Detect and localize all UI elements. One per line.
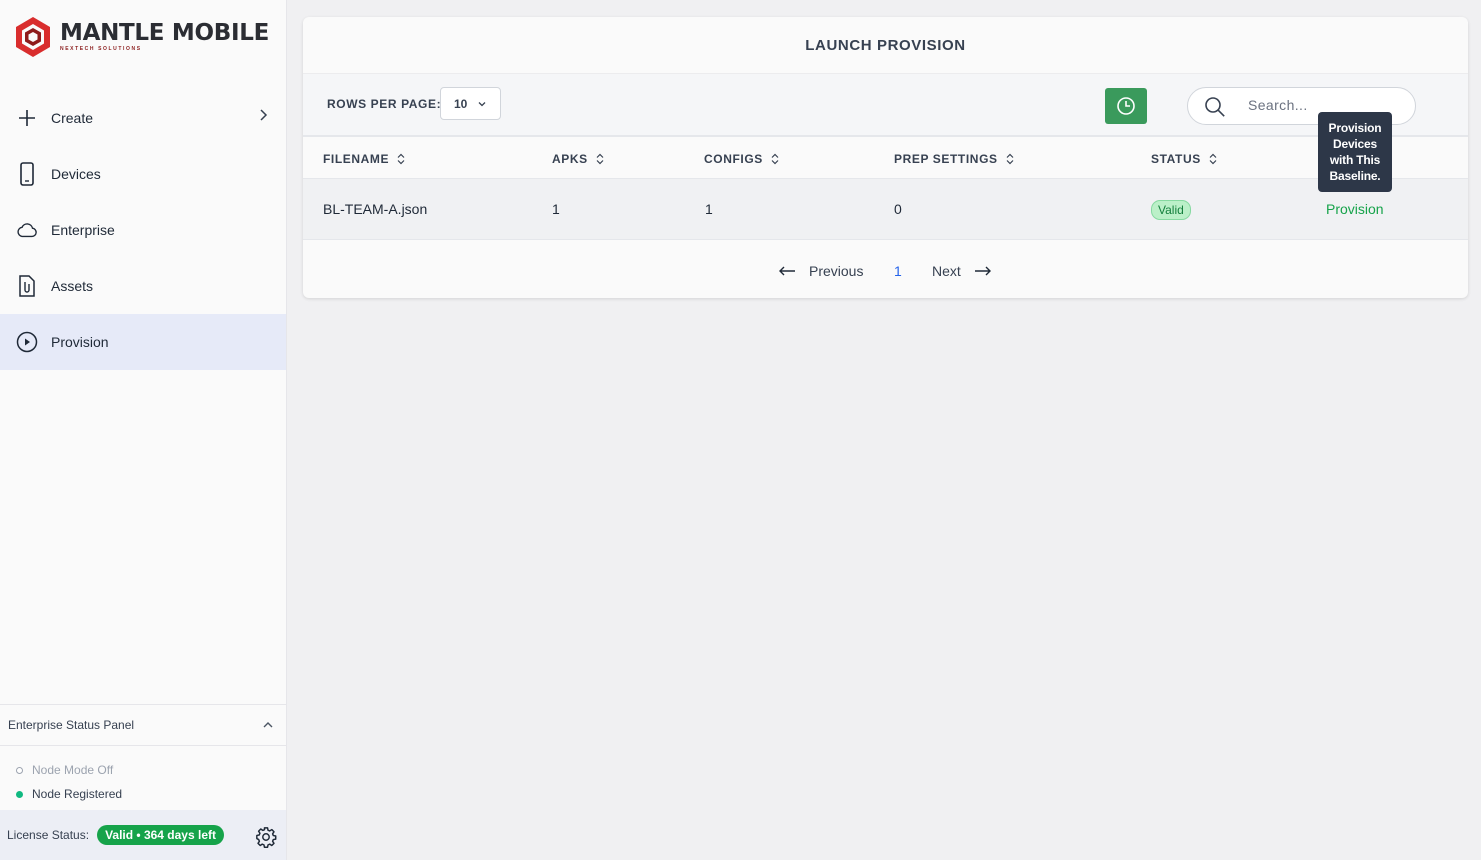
status-panel-header[interactable]: Enterprise Status Panel — [0, 704, 286, 746]
column-label: PREP SETTINGS — [894, 152, 998, 166]
page-title: LAUNCH PROVISION — [303, 17, 1468, 74]
sort-icon — [397, 153, 405, 165]
next-page-button[interactable]: Next — [932, 263, 992, 279]
sidebar-item-label: Provision — [51, 334, 109, 350]
column-header-apks[interactable]: APKS — [552, 152, 604, 166]
status-node-registered: Node Registered — [16, 782, 286, 806]
sidebar-item-create[interactable]: Create — [0, 90, 286, 146]
provision-tooltip: Provision Devices with This Baseline. — [1318, 112, 1392, 192]
column-header-configs[interactable]: CONFIGS — [704, 152, 779, 166]
cloud-icon — [16, 219, 38, 241]
status-label: Node Mode Off — [32, 763, 114, 777]
column-label: CONFIGS — [704, 152, 763, 166]
column-label: APKS — [552, 152, 588, 166]
sidebar-item-assets[interactable]: Assets — [0, 258, 286, 314]
brand-title: MANTLE MOBILE — [60, 20, 269, 46]
sort-icon — [1209, 153, 1217, 165]
file-clip-icon — [16, 275, 38, 297]
sidebar-nav: Create Devices Enterprise Assets Provisi… — [0, 90, 286, 370]
brand-logo-icon — [16, 17, 50, 57]
next-label: Next — [932, 263, 961, 279]
brand-logo[interactable]: MANTLE MOBILE NEXTECH SOLUTIONS — [14, 16, 269, 58]
status-dot-icon — [16, 790, 23, 798]
license-badge: Valid • 364 days left — [97, 825, 224, 845]
sidebar-item-label: Devices — [51, 166, 101, 182]
sort-icon — [771, 153, 779, 165]
history-button[interactable] — [1105, 88, 1147, 124]
play-circle-icon — [16, 331, 38, 353]
column-header-filename[interactable]: FILENAME — [323, 152, 405, 166]
brand-subtitle: NEXTECH SOLUTIONS — [60, 46, 142, 52]
launch-provision-card: LAUNCH PROVISION ROWS PER PAGE: 10 FILEN… — [303, 17, 1468, 298]
page-number-button[interactable]: 1 — [894, 263, 902, 279]
column-header-prep-settings[interactable]: PREP SETTINGS — [894, 152, 1014, 166]
sort-icon — [596, 153, 604, 165]
cell-configs: 1 — [705, 201, 713, 217]
sidebar-item-label: Enterprise — [51, 222, 115, 238]
search-input[interactable] — [1248, 97, 1338, 113]
column-header-status[interactable]: STATUS — [1151, 152, 1217, 166]
sidebar-item-devices[interactable]: Devices — [0, 146, 286, 202]
pagination: Previous 1 Next — [303, 240, 1468, 297]
column-label: STATUS — [1151, 152, 1201, 166]
sidebar-item-enterprise[interactable]: Enterprise — [0, 202, 286, 258]
sidebar-item-label: Create — [51, 110, 94, 126]
phone-icon — [16, 162, 38, 186]
column-label: FILENAME — [323, 152, 390, 166]
sidebar-item-provision[interactable]: Provision — [0, 314, 286, 370]
license-label: License Status: — [7, 828, 90, 842]
search-icon — [1205, 97, 1225, 117]
license-status: License Status: Valid • 364 days left — [0, 810, 286, 860]
enterprise-status-panel: Enterprise Status Panel Node Mode Off No… — [0, 704, 286, 810]
arrow-left-icon — [779, 266, 795, 276]
table-toolbar: ROWS PER PAGE: 10 — [303, 74, 1468, 137]
status-panel-title: Enterprise Status Panel — [8, 718, 135, 732]
sidebar-item-label: Assets — [51, 278, 94, 294]
rows-per-page-value: 10 — [454, 96, 468, 111]
table-header: FILENAME APKS CONFIGS PREP SETTINGS STAT… — [303, 137, 1468, 179]
gear-icon[interactable] — [255, 826, 277, 853]
sidebar: MANTLE MOBILE NEXTECH SOLUTIONS Create D… — [0, 0, 287, 860]
rows-per-page-label: ROWS PER PAGE: — [327, 97, 442, 111]
cell-prep-settings: 0 — [894, 201, 902, 217]
previous-label: Previous — [809, 263, 864, 279]
table-row: BL-TEAM-A.json 1 1 0 Valid Provision — [303, 179, 1468, 240]
arrow-right-icon — [974, 266, 991, 276]
sort-icon — [1006, 153, 1014, 165]
status-dot-icon — [16, 766, 23, 774]
provision-link[interactable]: Provision — [1326, 201, 1384, 217]
cell-apks: 1 — [552, 201, 560, 217]
chevron-right-icon — [258, 108, 268, 127]
chevron-up-icon[interactable] — [262, 719, 274, 733]
status-node-mode: Node Mode Off — [16, 758, 286, 782]
previous-page-button[interactable]: Previous — [778, 263, 863, 279]
plus-icon — [16, 107, 38, 129]
rows-per-page-select[interactable]: 10 — [440, 87, 501, 120]
cell-filename: BL-TEAM-A.json — [323, 201, 428, 217]
chevron-down-icon — [478, 102, 486, 107]
status-badge: Valid — [1151, 200, 1191, 220]
clock-icon — [1117, 97, 1135, 115]
status-label: Node Registered — [32, 787, 123, 801]
